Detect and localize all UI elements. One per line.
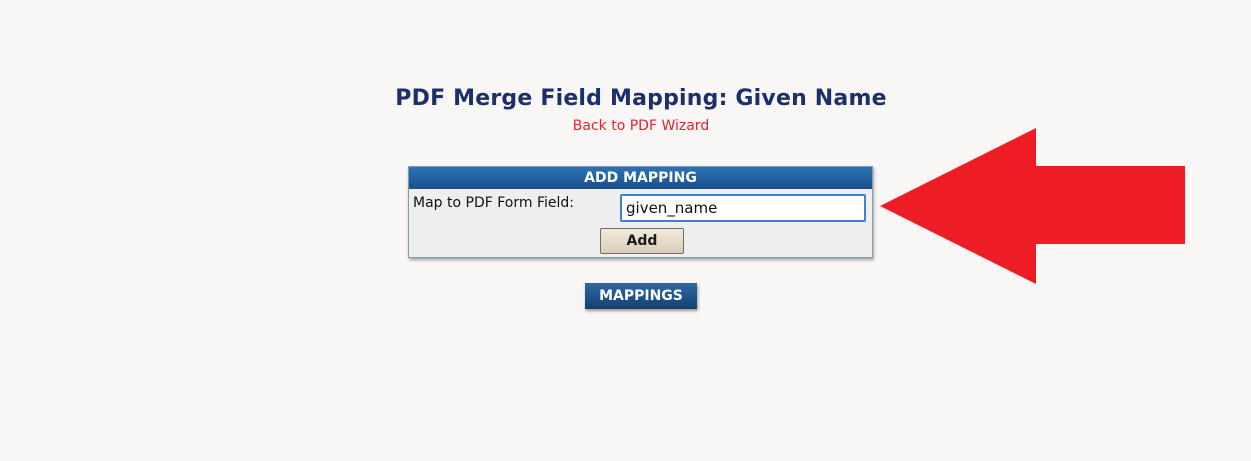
add-button[interactable]: Add <box>600 228 684 254</box>
pdf-form-field-label: Map to PDF Form Field: <box>413 195 574 211</box>
mappings-button[interactable]: MAPPINGS <box>585 283 697 309</box>
pdf-form-field-input[interactable] <box>620 194 866 222</box>
page: PDF Merge Field Mapping: Given Name Back… <box>0 0 1251 461</box>
add-mapping-header: ADD MAPPING <box>409 167 872 189</box>
add-mapping-panel: ADD MAPPING Map to PDF Form Field: Add <box>408 166 873 258</box>
page-title: PDF Merge Field Mapping: Given Name <box>395 86 887 111</box>
arrow-left-icon <box>880 128 1185 284</box>
